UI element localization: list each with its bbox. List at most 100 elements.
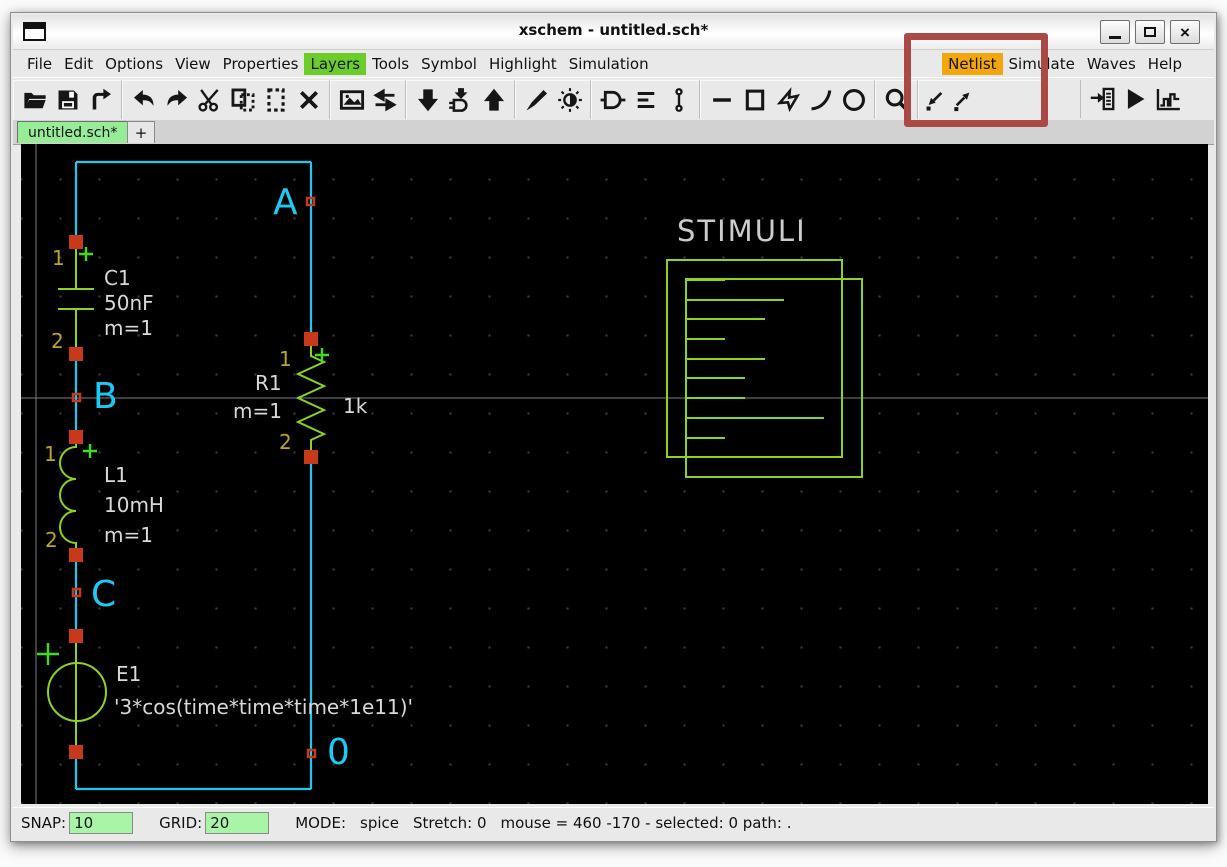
place-pin-button[interactable] [662, 84, 695, 116]
reload-file-icon [88, 87, 114, 113]
net-label-a[interactable]: A [273, 182, 298, 223]
delete-button[interactable] [292, 84, 325, 116]
svg-text:2: 2 [51, 329, 64, 353]
place-pin-icon [666, 87, 692, 113]
mode-label: MODE: [295, 814, 347, 832]
draw-arc-icon [808, 87, 834, 113]
status-bar: SNAP: 10 GRID: 20 MODE: spice Stretch: 0… [13, 807, 1214, 838]
menu-item-help[interactable]: Help [1142, 53, 1188, 75]
maximize-button[interactable] [1135, 20, 1165, 44]
copy-button[interactable] [226, 84, 259, 116]
save-file-icon [55, 87, 81, 113]
menu-item-simulation[interactable]: Simulation [563, 53, 655, 75]
swap-layout-button[interactable] [368, 84, 401, 116]
svg-text:STIMULI: STIMULI [677, 214, 807, 248]
draw-rect-icon [742, 87, 768, 113]
undo-button[interactable] [127, 84, 160, 116]
svg-text:10mH: 10mH [104, 493, 164, 517]
menu-item-file[interactable]: File [21, 53, 58, 75]
open-file-button[interactable] [18, 84, 51, 116]
reload-file-button[interactable] [84, 84, 117, 116]
toolbar-group [591, 79, 700, 119]
make-symbol-icon [600, 87, 626, 113]
svg-text:m=1: m=1 [104, 316, 153, 340]
schematic-canvas[interactable]: 1 2 C1 50nF m=1 1 2 L1 10mH m=1 E1 '3*co… [21, 144, 1208, 804]
menu-item-view[interactable]: View [169, 53, 217, 75]
component-c1[interactable]: 1 2 C1 50nF m=1 [51, 235, 154, 361]
pop-hierarchy-button[interactable] [477, 84, 510, 116]
menu-item-symbol[interactable]: Symbol [415, 53, 483, 75]
save-file-button[interactable] [51, 84, 84, 116]
cut-icon [197, 87, 223, 113]
waves-button[interactable] [1151, 83, 1184, 115]
svg-text:E1: E1 [116, 662, 141, 686]
menu-item-layers[interactable]: Layers [304, 52, 367, 75]
redo-button[interactable] [160, 84, 193, 116]
toggle-colors-icon [557, 87, 583, 113]
toolbar-group-right [1080, 80, 1188, 118]
draw-polygon-icon [775, 86, 801, 113]
snap-input[interactable]: 10 [69, 812, 134, 834]
draw-edit-button[interactable] [520, 84, 553, 116]
snap-label: SNAP: [21, 814, 67, 832]
component-e1[interactable]: E1 '3*cos(time*time*time*1e11)' [37, 629, 413, 759]
redo-icon [164, 87, 190, 113]
push-symbol-icon [448, 87, 474, 113]
menu-item-properties[interactable]: Properties [217, 53, 305, 75]
svg-text:2: 2 [279, 430, 292, 454]
menu-item-edit[interactable]: Edit [58, 53, 99, 75]
place-symbol-button[interactable] [335, 84, 368, 116]
svg-text:1: 1 [44, 442, 57, 466]
paste-button[interactable] [259, 84, 292, 116]
svg-text:50nF: 50nF [104, 291, 154, 315]
xschem-window: xschem - untitled.sch* × File Edit Options… [10, 12, 1217, 842]
svg-text:m=1: m=1 [104, 523, 153, 547]
toggle-colors-button[interactable] [553, 84, 586, 116]
minimize-button[interactable] [1100, 20, 1130, 44]
draw-wire-button[interactable] [705, 84, 738, 116]
mouse-status: mouse = 460 -170 - selected: 0 path: . [500, 814, 792, 832]
undo-icon [131, 87, 157, 113]
show-netlist-button[interactable] [629, 84, 662, 116]
cut-button[interactable] [193, 84, 226, 116]
mode-value: spice [360, 814, 400, 832]
component-l1[interactable]: 1 2 L1 10mH m=1 [44, 430, 164, 562]
menu-item-highlight[interactable]: Highlight [483, 53, 563, 75]
draw-rect-button[interactable] [738, 84, 771, 116]
push-symbol-button[interactable] [444, 84, 477, 116]
toolbar-group [515, 79, 591, 119]
toolbar-group [122, 79, 330, 119]
close-button[interactable]: × [1170, 20, 1200, 44]
make-symbol-button[interactable] [596, 84, 629, 116]
new-tab-button[interactable]: + [127, 121, 155, 143]
netlist-icon [1089, 86, 1115, 112]
net-label-0[interactable]: 0 [327, 732, 350, 773]
svg-text:R1: R1 [255, 371, 282, 395]
menu-item-tools[interactable]: Tools [366, 53, 415, 75]
grid-input[interactable]: 20 [205, 812, 270, 834]
maximize-icon [1144, 27, 1156, 37]
simulate-button[interactable] [1118, 83, 1151, 115]
draw-polygon-button[interactable] [771, 84, 804, 116]
schematic-drawing: 1 2 C1 50nF m=1 1 2 L1 10mH m=1 E1 '3*co… [21, 144, 1208, 804]
show-netlist-icon [633, 87, 659, 113]
toolbar-group [330, 79, 406, 119]
svg-text:1k: 1k [343, 394, 368, 418]
tab-untitled-sch[interactable]: untitled.sch* [17, 121, 129, 143]
push-schematic-button[interactable] [411, 84, 444, 116]
menu-item-waves[interactable]: Waves [1081, 53, 1142, 75]
svg-text:m=1: m=1 [233, 399, 282, 423]
draw-edit-icon [524, 87, 550, 113]
delete-icon [296, 87, 322, 113]
net-label-c[interactable]: C [91, 574, 116, 615]
svg-text:2: 2 [45, 528, 58, 552]
draw-circle-button[interactable] [837, 84, 870, 116]
draw-arc-button[interactable] [804, 84, 837, 116]
toolbar-group [13, 79, 122, 119]
net-label-b[interactable]: B [93, 376, 118, 417]
svg-text:1: 1 [279, 347, 292, 371]
open-file-icon [22, 87, 48, 113]
grid-label: GRID: [159, 814, 203, 832]
menu-item-options[interactable]: Options [99, 53, 169, 75]
netlist-button[interactable] [1085, 83, 1118, 115]
